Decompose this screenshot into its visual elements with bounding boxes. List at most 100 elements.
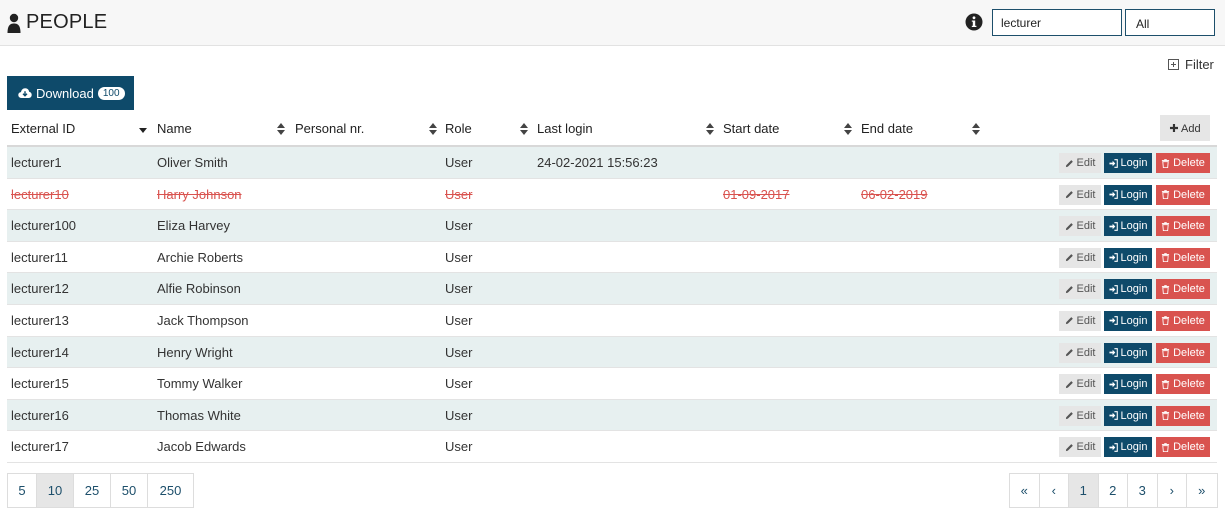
trash-icon	[1161, 316, 1170, 326]
page-button[interactable]: 1	[1069, 474, 1099, 507]
page-button[interactable]: 3	[1128, 474, 1158, 507]
edit-button[interactable]: Edit	[1059, 342, 1101, 363]
edit-button[interactable]: Edit	[1059, 184, 1101, 205]
pencil-icon	[1065, 317, 1073, 325]
sort-icon[interactable]	[429, 123, 437, 135]
cell-external-id: lecturer15	[11, 376, 69, 392]
pencil-icon	[1065, 191, 1073, 199]
download-count-badge: 100	[97, 86, 125, 100]
delete-button[interactable]: Delete	[1156, 184, 1210, 205]
cell-name: Oliver Smith	[157, 155, 228, 170]
cell-role: User	[445, 218, 473, 234]
login-button[interactable]: Login	[1104, 153, 1152, 173]
edit-button[interactable]: Edit	[1059, 437, 1101, 458]
sort-desc-icon[interactable]	[139, 123, 147, 135]
sort-icon[interactable]	[277, 123, 285, 135]
filter-button[interactable]: Filter	[1168, 57, 1214, 72]
cell-role: User	[445, 407, 473, 423]
column-header-name[interactable]: Name	[157, 121, 192, 136]
delete-label: Delete	[1173, 346, 1205, 359]
page-size-option[interactable]: 50	[111, 474, 148, 507]
download-button[interactable]: Download 100	[7, 76, 134, 110]
first-page-button[interactable]: «	[1010, 474, 1040, 507]
sort-icon[interactable]	[706, 123, 714, 135]
delete-button[interactable]: Delete	[1156, 342, 1210, 363]
cell-external-id: lecturer11	[11, 249, 68, 265]
delete-button[interactable]: Delete	[1156, 279, 1210, 300]
page-button[interactable]: 2	[1098, 474, 1128, 507]
edit-button[interactable]: Edit	[1059, 405, 1101, 426]
sort-icon[interactable]	[972, 123, 980, 135]
last-page-button[interactable]: »	[1187, 474, 1217, 507]
cell-external-id: lecturer14	[11, 344, 69, 360]
delete-button[interactable]: Delete	[1156, 437, 1210, 458]
column-header-end-date[interactable]: End date	[861, 121, 913, 136]
cell-external-id: lecturer12	[11, 281, 69, 297]
add-button[interactable]: ✚ Add	[1160, 115, 1210, 141]
edit-button[interactable]: Edit	[1059, 153, 1101, 173]
login-label: Login	[1120, 441, 1148, 454]
delete-label: Delete	[1173, 157, 1205, 169]
edit-button[interactable]: Edit	[1059, 310, 1101, 331]
login-button[interactable]: Login	[1104, 216, 1152, 237]
edit-button[interactable]: Edit	[1059, 216, 1101, 237]
sort-icon[interactable]	[520, 123, 528, 135]
cell-external-id: lecturer10	[11, 186, 69, 202]
pencil-icon	[1065, 444, 1073, 451]
info-icon[interactable]	[965, 13, 983, 31]
delete-button[interactable]: Delete	[1156, 405, 1210, 426]
page-size-option[interactable]: 10	[37, 474, 74, 507]
page-size-option[interactable]: 5	[8, 474, 37, 507]
column-header-start-date[interactable]: Start date	[723, 121, 779, 136]
page-size-option[interactable]: 25	[74, 474, 111, 507]
table-row: lecturer14 Henry Wright User Edit Login Delet…	[7, 336, 1217, 369]
prev-page-button[interactable]: ‹	[1039, 474, 1069, 507]
delete-button[interactable]: Delete	[1156, 216, 1210, 237]
delete-button[interactable]: Delete	[1156, 153, 1210, 173]
column-header-external-id[interactable]: External ID	[11, 121, 75, 136]
login-button[interactable]: Login	[1104, 310, 1152, 331]
login-button[interactable]: Login	[1104, 279, 1152, 300]
table-row: lecturer12 Alfie Robinson User Edit Login Del…	[7, 273, 1217, 305]
edit-label: Edit	[1076, 314, 1096, 327]
cell-role: User	[445, 376, 473, 392]
pagination: «‹ 1 2 3 ›»	[1009, 473, 1218, 508]
login-button[interactable]: Login	[1104, 374, 1152, 395]
delete-button[interactable]: Delete	[1156, 374, 1210, 395]
edit-button[interactable]: Edit	[1059, 247, 1101, 268]
cell-external-id: lecturer13	[11, 312, 69, 328]
trash-icon	[1161, 348, 1170, 358]
cell-end-date: 06-02-2019	[861, 186, 928, 202]
sort-icon[interactable]	[844, 123, 852, 135]
cell-role: User	[445, 155, 473, 170]
trash-icon	[1161, 253, 1170, 263]
column-header-personal-nr[interactable]: Personal nr.	[295, 121, 364, 136]
edit-button[interactable]: Edit	[1059, 374, 1101, 395]
scope-select[interactable]: All	[1125, 9, 1215, 36]
login-button[interactable]: Login	[1104, 342, 1152, 363]
login-button[interactable]: Login	[1104, 437, 1152, 458]
cell-role: User	[445, 439, 473, 455]
column-header-last-login[interactable]: Last login	[537, 121, 593, 136]
edit-button[interactable]: Edit	[1059, 279, 1101, 300]
next-page-button[interactable]: ›	[1157, 474, 1187, 507]
search-input[interactable]	[992, 9, 1122, 36]
delete-button[interactable]: Delete	[1156, 310, 1210, 331]
page-size-option[interactable]: 250	[148, 474, 193, 507]
table-row: lecturer13 Jack Thompson User Edit Login Dele…	[7, 304, 1217, 337]
column-header-role[interactable]: Role	[445, 121, 472, 136]
login-button[interactable]: Login	[1104, 247, 1152, 268]
trash-icon	[1161, 190, 1170, 200]
cell-external-id: lecturer100	[11, 218, 77, 234]
delete-label: Delete	[1173, 378, 1205, 391]
edit-label: Edit	[1076, 251, 1096, 264]
login-button[interactable]: Login	[1104, 405, 1152, 426]
delete-button[interactable]: Delete	[1156, 247, 1210, 268]
cell-name: Tommy Walker	[157, 376, 243, 392]
sign-in-icon	[1108, 221, 1118, 231]
page-title: PEOPLE	[7, 11, 107, 34]
pencil-icon	[1065, 222, 1073, 230]
page-size-selector: 5 10 25 50 250	[7, 473, 194, 508]
login-button[interactable]: Login	[1104, 184, 1152, 205]
cell-name: Jacob Edwards	[157, 439, 246, 455]
